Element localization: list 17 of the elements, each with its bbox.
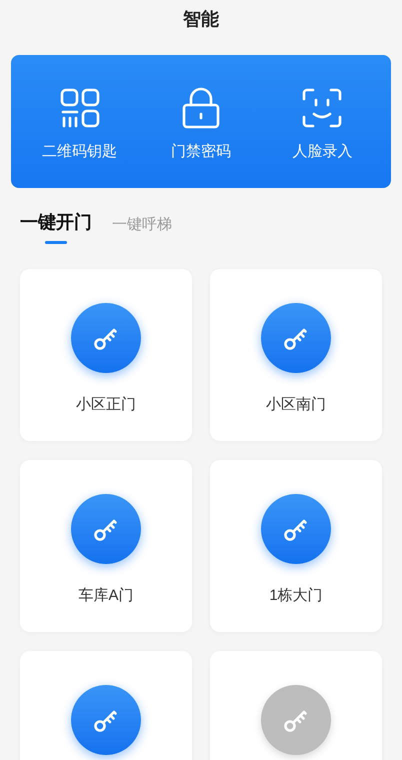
door-name: 小区正门 xyxy=(76,395,136,415)
qr-code-icon xyxy=(58,87,101,130)
door-card[interactable]: 小区南门 xyxy=(210,269,382,441)
door-name: 1栋大门 xyxy=(269,586,323,606)
page-title: 智能 xyxy=(183,8,219,30)
lock-icon xyxy=(180,87,222,130)
door-card[interactable]: 1栋大门 xyxy=(210,460,382,632)
shortcut-button[interactable]: 二维码钥匙 xyxy=(24,79,135,164)
door-name: 车库A门 xyxy=(78,586,134,606)
door-card[interactable]: 小区正门 xyxy=(20,269,192,441)
tab[interactable]: 一键开门 xyxy=(20,209,92,244)
tab-underline xyxy=(45,241,67,244)
door-card[interactable]: 车库A门 xyxy=(20,460,192,632)
shortcut-button[interactable]: 人脸录入 xyxy=(267,79,378,164)
shortcut-button[interactable]: 门禁密码 xyxy=(146,79,256,164)
door-name: 小区南门 xyxy=(266,395,326,415)
face-scan-icon xyxy=(301,87,344,130)
